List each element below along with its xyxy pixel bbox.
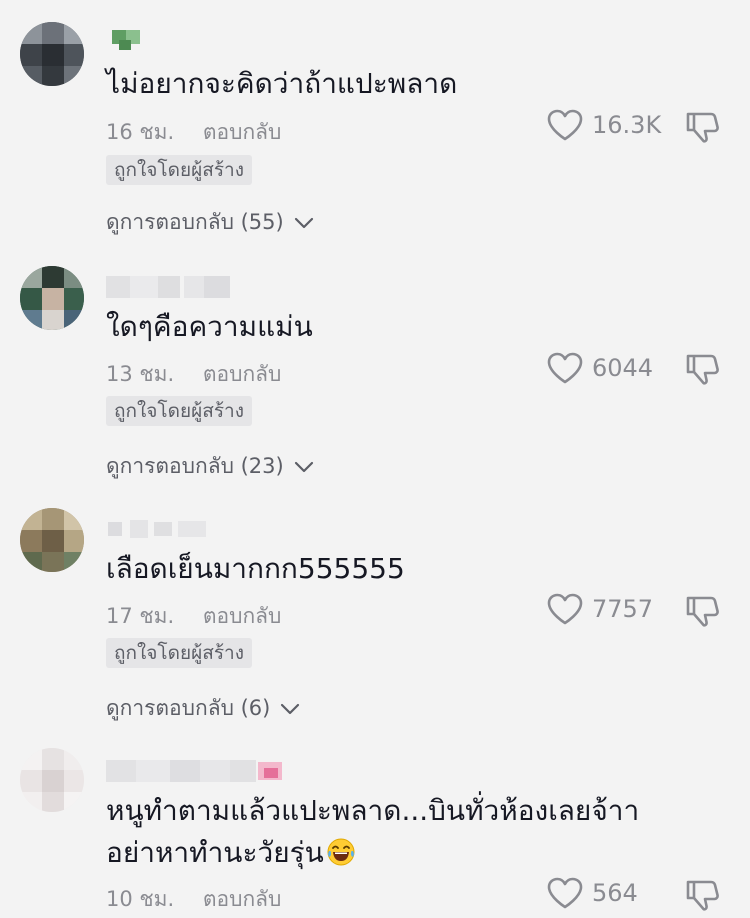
dislike-button[interactable]: [684, 110, 720, 148]
like-button[interactable]: 7757: [546, 592, 653, 626]
reply-button[interactable]: ตอบกลับ: [203, 120, 282, 144]
comment-text: เลือดเย็นมากกก555555: [106, 552, 405, 585]
like-count: 7757: [592, 595, 654, 623]
dislike-button[interactable]: [684, 352, 720, 390]
view-replies-button[interactable]: ดูการตอบกลับ (23): [106, 450, 314, 483]
comment-time: 16 ชม.: [106, 120, 175, 144]
heart-icon: [547, 593, 583, 625]
avatar[interactable]: [20, 22, 84, 86]
creator-liked-badge: ถูกใจโดยผู้สร้าง: [106, 155, 252, 185]
view-replies-label: ดูการตอบกลับ (6): [106, 696, 271, 720]
view-replies-label: ดูการตอบกลับ (23): [106, 454, 284, 478]
dislike-button[interactable]: [684, 878, 720, 916]
chevron-down-icon: [294, 461, 313, 472]
comment-text-line-2: อย่าหาทำนะวัยรุ่น: [106, 833, 356, 873]
reply-button[interactable]: ตอบกลับ: [203, 887, 282, 911]
avatar[interactable]: [20, 508, 84, 572]
avatar[interactable]: [20, 266, 84, 330]
comment-meta: 10 ชม. ตอบกลับ: [106, 883, 281, 916]
comment-time: 10 ชม.: [106, 887, 175, 911]
chevron-down-icon: [294, 217, 313, 228]
creator-liked-badge: ถูกใจโดยผู้สร้าง: [106, 638, 252, 668]
chevron-down-icon: [281, 703, 300, 714]
thumbs-down-icon: [686, 112, 719, 143]
dislike-button[interactable]: [684, 594, 720, 632]
thumbs-down-icon: [686, 596, 719, 627]
reply-button[interactable]: ตอบกลับ: [203, 362, 282, 386]
comment-time: 13 ชม.: [106, 362, 175, 386]
creator-liked-badge: ถูกใจโดยผู้สร้าง: [106, 396, 252, 426]
like-count: 16.3K: [592, 111, 662, 139]
reply-button[interactable]: ตอบกลับ: [203, 604, 282, 628]
comment-text: ใดๆคือความแม่น: [106, 310, 313, 343]
laughing-tears-emoji-icon: [327, 838, 355, 866]
comment-meta: 13 ชม. ตอบกลับ: [106, 358, 281, 391]
comment-meta: 16 ชม. ตอบกลับ: [106, 116, 281, 149]
avatar[interactable]: [20, 748, 84, 812]
comment-meta: 17 ชม. ตอบกลับ: [106, 600, 281, 633]
heart-icon: [547, 352, 583, 384]
like-button[interactable]: 564: [546, 876, 638, 910]
view-replies-button[interactable]: ดูการตอบกลับ (6): [106, 692, 300, 725]
like-count: 6044: [592, 354, 654, 382]
like-count: 564: [592, 879, 638, 907]
view-replies-button[interactable]: ดูการตอบกลับ (55): [106, 206, 314, 239]
thumbs-down-icon: [686, 354, 719, 385]
comment-text-line-1: หนูทำตามแล้วแปะพลาด...บินทั่วห้องเลยจ้าา: [106, 794, 640, 827]
comment-text: ไม่อยากจะคิดว่าถ้าแปะพลาด: [106, 67, 458, 100]
thumbs-down-icon: [686, 880, 719, 911]
view-replies-label: ดูการตอบกลับ (55): [106, 210, 284, 234]
like-button[interactable]: 6044: [546, 351, 653, 385]
comment-time: 17 ชม.: [106, 604, 175, 628]
heart-icon: [547, 877, 583, 909]
like-button[interactable]: 16.3K: [546, 108, 661, 142]
heart-icon: [547, 109, 583, 141]
